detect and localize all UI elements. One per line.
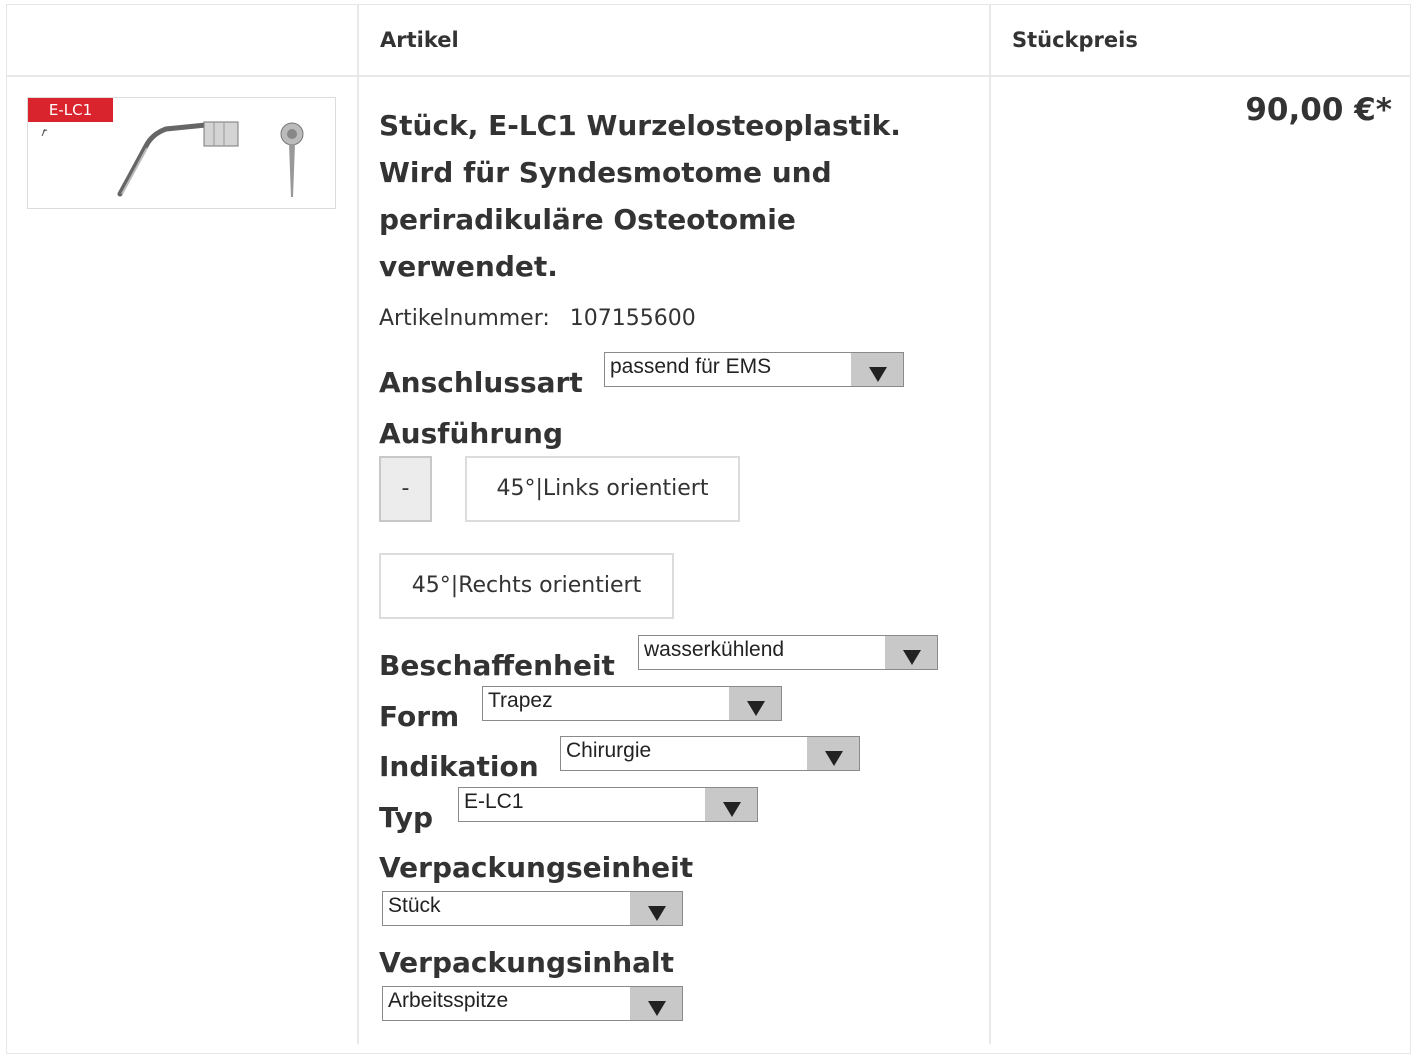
verpackungseinheit-label: Verpackungseinheit — [379, 851, 694, 884]
indikation-select[interactable]: Chirurgie — [560, 736, 860, 771]
select-value: Arbeitsspitze — [388, 989, 509, 1012]
chevron-down-icon — [729, 687, 781, 720]
column-divider — [989, 4, 991, 1044]
select-value: Stück — [388, 894, 441, 917]
anschlussart-select[interactable]: passend für EMS — [604, 352, 904, 387]
article-number-value: 107155600 — [569, 306, 696, 331]
unit-price: 90,00 €* — [1245, 92, 1392, 128]
verpackungsinhalt-select[interactable]: Arbeitsspitze — [382, 986, 683, 1021]
article-number-row: Artikelnummer: 107155600 — [379, 306, 696, 331]
anschlussart-label: Anschlussart — [379, 366, 583, 399]
ausfuehrung-option-none[interactable]: - — [379, 456, 432, 522]
select-value: Trapez — [488, 689, 553, 712]
verpackungseinheit-select[interactable]: Stück — [382, 891, 683, 926]
chevron-down-icon — [630, 987, 682, 1020]
header-divider — [6, 75, 1411, 77]
chevron-down-icon — [851, 353, 903, 386]
beschaffenheit-select[interactable]: wasserkühlend — [638, 635, 938, 670]
select-value: Chirurgie — [566, 739, 652, 762]
ausfuehrung-option-left[interactable]: 45°|Links orientiert — [465, 456, 740, 522]
select-value: wasserkühlend — [644, 638, 785, 661]
ausfuehrung-label: Ausführung — [379, 417, 564, 450]
product-badge: E-LC1 — [28, 98, 113, 122]
select-value: passend für EMS — [610, 355, 772, 378]
form-select[interactable]: Trapez — [482, 686, 782, 721]
ausfuehrung-option-right[interactable]: 45°|Rechts orientiert — [379, 553, 674, 619]
column-header-unit-price: Stückpreis — [1012, 28, 1138, 52]
select-value: E-LC1 — [464, 790, 524, 813]
chevron-down-icon — [705, 788, 757, 821]
chevron-down-icon — [807, 737, 859, 770]
article-number-label: Artikelnummer: — [379, 306, 550, 331]
chevron-down-icon — [885, 636, 937, 669]
product-title[interactable]: Stück, E-LC1 Wurzelosteoplastik. Wird fü… — [379, 102, 939, 290]
chevron-down-icon — [630, 892, 682, 925]
product-thumbnail[interactable]: E-LC1 — [27, 97, 336, 209]
column-divider — [357, 4, 359, 1044]
verpackungsinhalt-label: Verpackungsinhalt — [379, 946, 675, 979]
beschaffenheit-label: Beschaffenheit — [379, 649, 615, 682]
typ-select[interactable]: E-LC1 — [458, 787, 758, 822]
indikation-label: Indikation — [379, 750, 539, 783]
typ-label: Typ — [379, 801, 434, 834]
form-label: Form — [379, 700, 460, 733]
column-header-article: Artikel — [380, 28, 459, 52]
